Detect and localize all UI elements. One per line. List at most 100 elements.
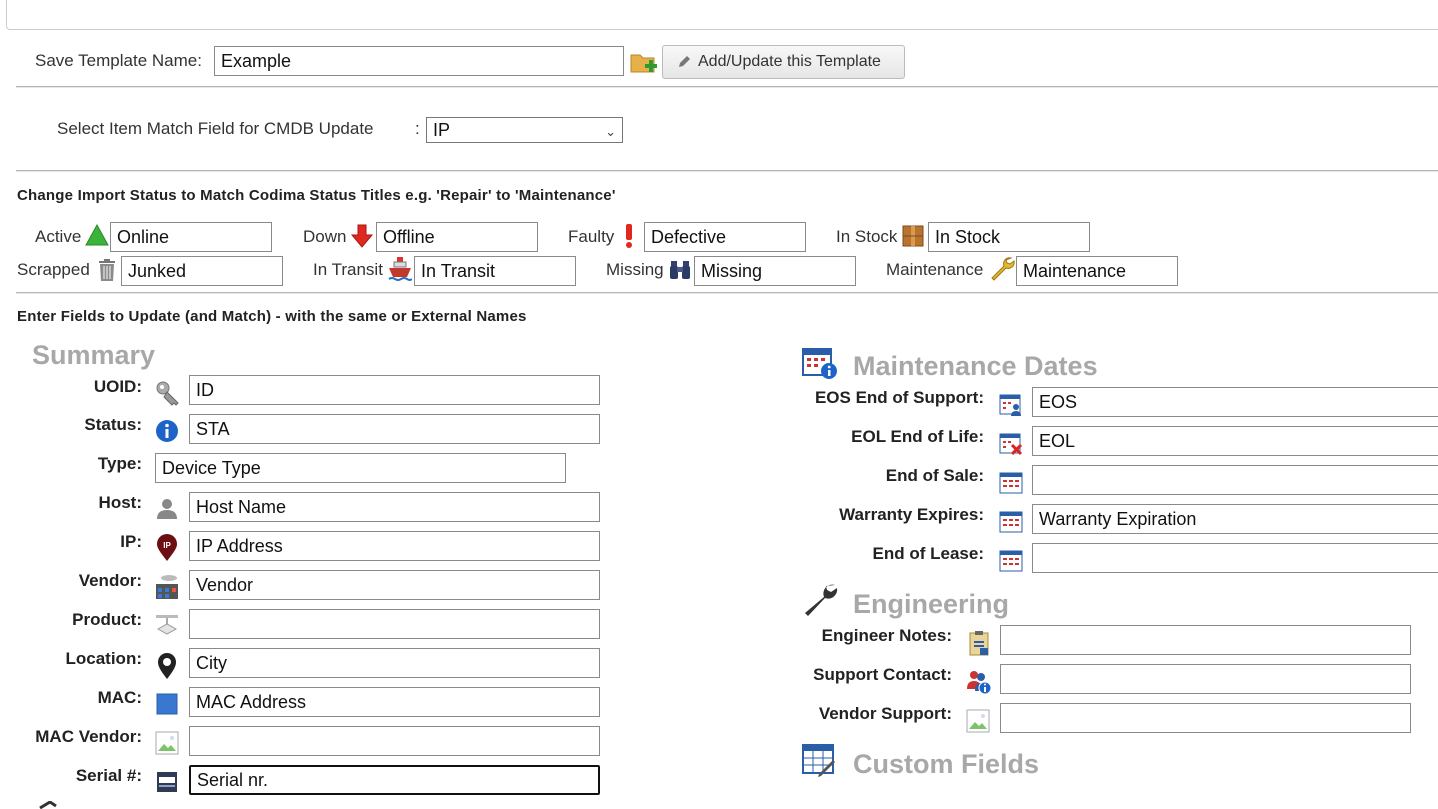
- vendor-label: Vendor:: [78, 571, 142, 590]
- type-input[interactable]: [155, 453, 566, 483]
- broken-image-icon: [966, 709, 990, 733]
- host-input[interactable]: [189, 492, 600, 522]
- mac-input[interactable]: [189, 687, 600, 717]
- wrench-icon: [801, 582, 839, 618]
- contacts-info-icon: [966, 669, 992, 695]
- end-of-sale-input[interactable]: [1032, 465, 1438, 495]
- vendor-input[interactable]: [189, 570, 600, 600]
- add-update-template-label: Add/Update this Template: [698, 53, 881, 70]
- status-label-missing: Missing: [606, 260, 664, 279]
- divider: [16, 170, 1438, 172]
- status-label-in-transit: In Transit: [313, 260, 383, 279]
- table-edit-icon: [802, 744, 838, 778]
- box-icon: [902, 225, 924, 247]
- status-input-missing[interactable]: [694, 256, 856, 286]
- fields-section-heading: Enter Fields to Update (and Match) - wit…: [17, 308, 527, 325]
- engineer-notes-input[interactable]: [1000, 625, 1411, 655]
- mac-square-icon: [156, 693, 178, 715]
- product-input[interactable]: [189, 609, 600, 639]
- vendor-support-input[interactable]: [1000, 703, 1411, 733]
- wrench-icon: [989, 256, 1015, 282]
- binoculars-icon: [669, 258, 691, 280]
- status-input-faulty[interactable]: [644, 222, 806, 252]
- mac-vendor-input[interactable]: [189, 726, 600, 756]
- ip-input[interactable]: [189, 531, 600, 561]
- vendor-support-label: Vendor Support:: [818, 704, 952, 723]
- maintenance-title: Maintenance Dates: [853, 351, 1098, 381]
- uoid-label: UOID:: [93, 377, 142, 396]
- serial-input[interactable]: [189, 765, 600, 795]
- end-of-sale-label: End of Sale:: [885, 466, 984, 485]
- top-bar: [6, 0, 1438, 30]
- serial-label: Serial #:: [75, 766, 142, 785]
- eol-input[interactable]: [1032, 426, 1438, 456]
- calendar-x-icon: [999, 432, 1023, 456]
- add-folder-icon[interactable]: [630, 50, 658, 76]
- eol-label: EOL End of Life:: [851, 427, 984, 446]
- match-field-selected: IP: [433, 120, 451, 140]
- mac-label: MAC:: [97, 688, 142, 707]
- status-section-heading: Change Import Status to Match Codima Sta…: [17, 187, 616, 204]
- support-contact-input[interactable]: [1000, 664, 1411, 694]
- uoid-input[interactable]: [189, 375, 600, 405]
- key-icon: [155, 380, 181, 406]
- type-label: Type:: [97, 454, 142, 473]
- end-of-lease-label: End of Lease:: [872, 544, 984, 563]
- status-input-in-transit[interactable]: [414, 256, 576, 286]
- mac-vendor-label: MAC Vendor:: [35, 727, 142, 746]
- status-label-maintenance: Maintenance: [886, 260, 984, 279]
- svg-text:IP: IP: [163, 541, 171, 550]
- ship-icon: [388, 256, 412, 282]
- product-icon: [155, 613, 179, 637]
- triangle-up-green-icon: [85, 224, 109, 246]
- status-input-active[interactable]: [110, 222, 272, 252]
- custom-fields-title: Custom Fields: [853, 749, 1040, 779]
- location-label: Location:: [65, 649, 143, 668]
- exclamation-red-icon: [623, 223, 635, 249]
- warranty-label: Warranty Expires:: [839, 505, 984, 524]
- status-input[interactable]: [189, 414, 600, 444]
- summary-title: Summary: [32, 340, 156, 370]
- status-input-maintenance[interactable]: [1016, 256, 1178, 286]
- user-icon: [156, 497, 178, 519]
- eos-input[interactable]: [1032, 387, 1438, 417]
- template-name-input[interactable]: [214, 46, 624, 76]
- support-contact-label: Support Contact:: [813, 665, 952, 684]
- match-field-colon: :: [415, 119, 420, 138]
- calendar-icon: [999, 510, 1023, 534]
- calendar-user-icon: [999, 393, 1023, 417]
- status-input-scrapped[interactable]: [121, 256, 283, 286]
- match-field-label: Select Item Match Field for CMDB Update: [57, 119, 374, 138]
- location-input[interactable]: [189, 648, 600, 678]
- wrench-partial-icon: [38, 801, 58, 809]
- status-label-scrapped: Scrapped: [17, 260, 90, 279]
- factory-icon: [155, 574, 179, 600]
- product-label: Product:: [72, 610, 142, 629]
- ip-label: IP:: [120, 532, 142, 551]
- template-name-label: Save Template Name:: [35, 51, 202, 70]
- warranty-input[interactable]: [1032, 504, 1438, 534]
- broken-image-icon: [155, 731, 179, 755]
- engineer-notes-label: Engineer Notes:: [821, 626, 952, 645]
- pencil-icon: [677, 55, 691, 69]
- ip-pin-icon: IP: [156, 534, 178, 562]
- calendar-icon: [999, 471, 1023, 495]
- arrow-down-red-icon: [350, 224, 374, 248]
- chevron-down-icon: ⌄: [605, 124, 616, 139]
- add-update-template-button[interactable]: Add/Update this Template: [662, 45, 905, 79]
- engineering-title: Engineering: [853, 589, 1010, 619]
- calendar-icon: [999, 549, 1023, 573]
- serial-icon: [156, 771, 178, 793]
- end-of-lease-input[interactable]: [1032, 543, 1438, 573]
- map-pin-icon: [157, 652, 177, 680]
- status-input-down[interactable]: [376, 222, 538, 252]
- clipboard-icon: [967, 630, 991, 656]
- status-label-active: Active: [35, 227, 82, 246]
- divider: [16, 292, 1438, 294]
- eos-label: EOS End of Support:: [814, 388, 984, 407]
- status-input-in-stock[interactable]: [928, 222, 1090, 252]
- trash-icon: [97, 258, 117, 282]
- status-label: Status:: [84, 415, 142, 434]
- status-label-faulty: Faulty: [568, 227, 615, 246]
- match-field-select[interactable]: IP ⌄: [426, 117, 623, 143]
